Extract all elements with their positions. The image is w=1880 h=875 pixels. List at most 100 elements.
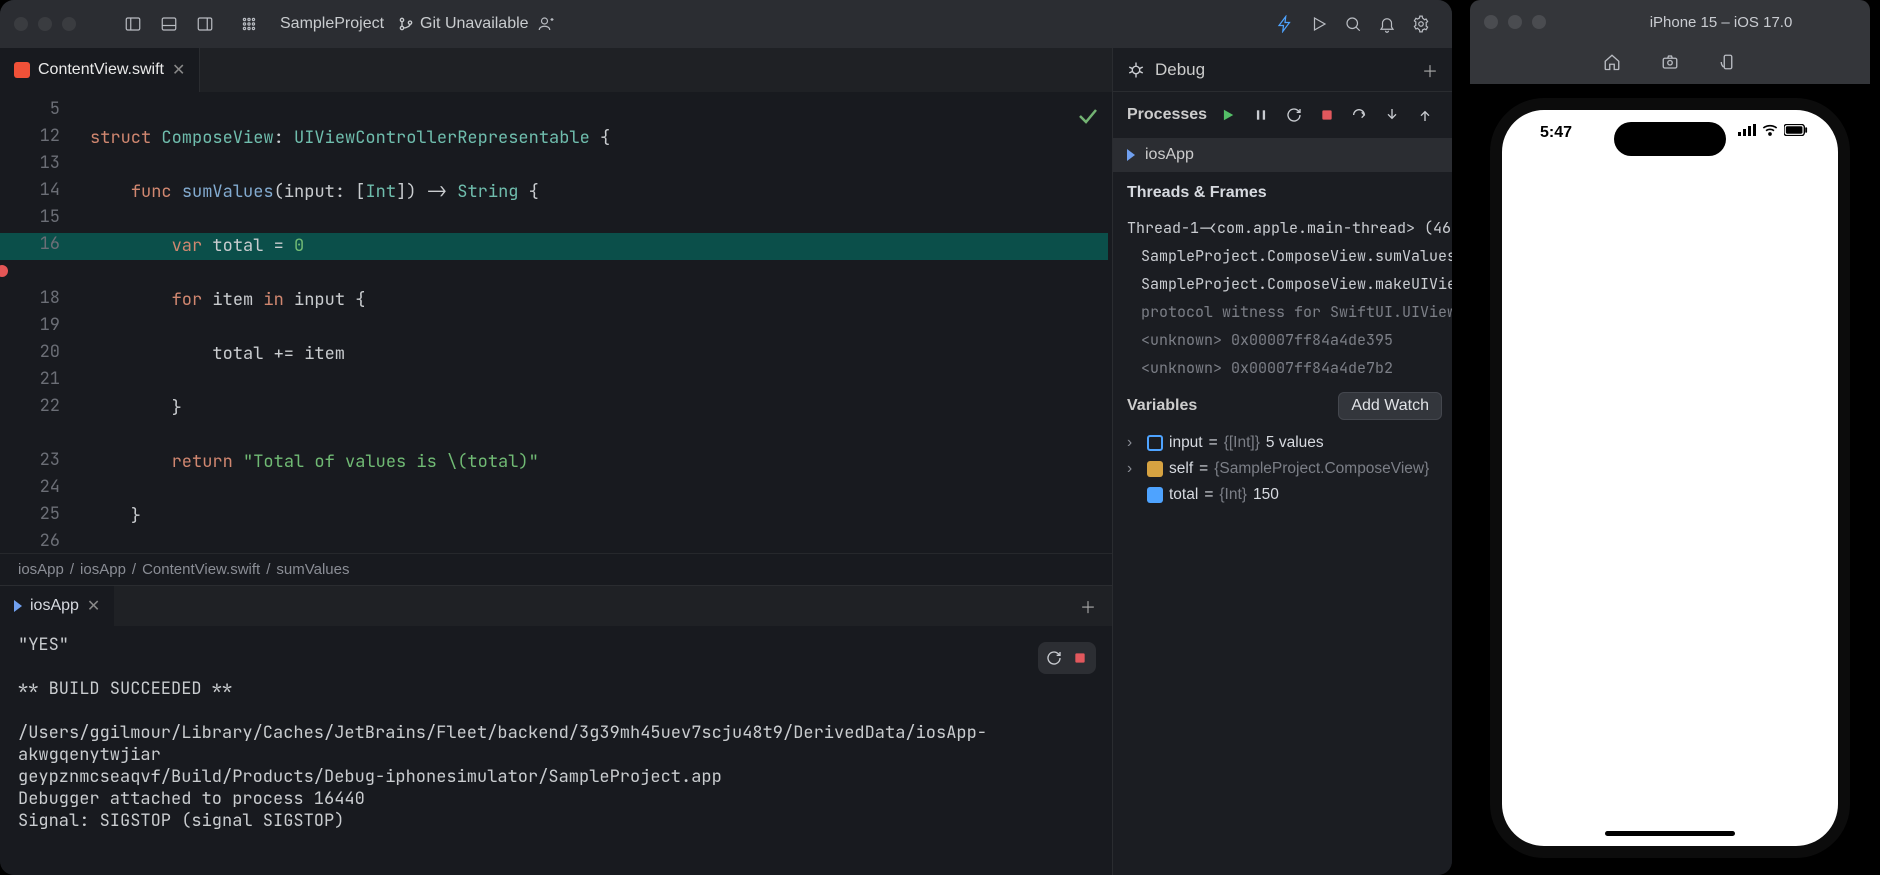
frame-row[interactable]: SampleProject.ComposeView.sumValues — [1113, 242, 1452, 270]
minimize-dot[interactable] — [38, 17, 52, 31]
crumb-2[interactable]: ContentView.swift — [142, 561, 260, 578]
code-lines[interactable]: struct ComposeView: UIViewControllerRepr… — [70, 92, 1112, 553]
console-actions — [1038, 642, 1096, 674]
crumb-3[interactable]: sumValues — [276, 561, 349, 578]
dynamic-island — [1614, 122, 1726, 156]
home-indicator[interactable] — [1605, 831, 1735, 836]
chevron-right-icon[interactable]: › — [1127, 434, 1141, 452]
signal-icon — [1738, 124, 1756, 136]
run-icon[interactable] — [1302, 7, 1336, 41]
code-editor[interactable]: 51213141516181920212223242526 struct Com… — [0, 92, 1112, 553]
console-tab-close-icon[interactable]: ✕ — [87, 596, 100, 616]
panel-left-icon[interactable] — [116, 7, 150, 41]
window-traffic-lights — [14, 17, 76, 31]
tab-filename: ContentView.swift — [38, 61, 164, 79]
console-tabs: iosApp ✕ ＋ — [0, 586, 1112, 626]
git-status-text: Git Unavailable — [420, 15, 529, 33]
branch-icon — [398, 16, 414, 32]
simulator-window: iPhone 15 – iOS 17.0 5:47 — [1470, 0, 1870, 875]
console-line: ** BUILD SUCCEEDED ** — [18, 678, 1094, 700]
battery-icon — [1784, 124, 1808, 136]
console-body[interactable]: "YES" ** BUILD SUCCEEDED ** /Users/ggilm… — [0, 626, 1112, 875]
var-row-input[interactable]: › input = {[Int]} 5 values — [1113, 430, 1452, 456]
sim-title: iPhone 15 – iOS 17.0 — [1586, 14, 1856, 31]
sim-titlebar: iPhone 15 – iOS 17.0 — [1470, 0, 1870, 44]
swift-icon — [14, 62, 30, 78]
step-into-icon[interactable] — [1380, 102, 1405, 128]
console-line: geypznmcseaqvf/Build/Products/Debug-ipho… — [18, 766, 1094, 788]
process-run-icon — [1127, 149, 1135, 161]
sim-zoom-dot[interactable] — [1532, 15, 1546, 29]
breadcrumb[interactable]: iosApp/ iosApp/ ContentView.swift/ sumVa… — [0, 553, 1112, 585]
thread-row[interactable]: Thread-1-<com.apple.main-thread> (462171… — [1113, 214, 1452, 242]
home-icon[interactable] — [1603, 53, 1621, 76]
console-tab-label: iosApp — [30, 597, 79, 615]
breakpoint-dot[interactable] — [0, 265, 8, 277]
tab-close-icon[interactable]: ✕ — [172, 60, 185, 80]
step-out-icon[interactable] — [1413, 102, 1438, 128]
screenshot-icon[interactable] — [1661, 53, 1679, 76]
grid-icon[interactable] — [232, 7, 266, 41]
crumb-0[interactable]: iosApp — [18, 561, 64, 578]
bell-icon[interactable] — [1370, 7, 1404, 41]
chevron-right-icon[interactable]: › — [1127, 460, 1141, 478]
debug-stop-icon[interactable] — [1314, 102, 1339, 128]
gutter[interactable]: 51213141516181920212223242526 — [0, 92, 70, 553]
sim-minimize-dot[interactable] — [1508, 15, 1522, 29]
int-badge-icon — [1147, 487, 1163, 503]
debug-add-icon[interactable]: ＋ — [1422, 58, 1438, 82]
ide-window: SampleProject Git Unavailable ContentVie… — [0, 0, 1452, 875]
crumb-1[interactable]: iosApp — [80, 561, 126, 578]
git-status[interactable]: Git Unavailable — [398, 15, 529, 33]
sim-close-dot[interactable] — [1484, 15, 1498, 29]
console-line: "YES" — [18, 634, 1094, 656]
var-row-total[interactable]: total = {Int} 150 — [1113, 482, 1452, 508]
editor-tabs: ContentView.swift ✕ — [0, 48, 1112, 92]
console-line: Signal: SIGSTOP (signal SIGSTOP) — [18, 810, 1094, 832]
frame-row[interactable]: <unknown> 0x00007ff84a4de7b2 — [1113, 354, 1452, 382]
struct-badge-icon — [1147, 461, 1163, 477]
debug-pause-icon[interactable] — [1248, 102, 1273, 128]
debug-title: Debug — [1155, 60, 1205, 80]
processes-label: Processes — [1127, 106, 1207, 124]
status-right — [1738, 124, 1808, 136]
console-stop-icon[interactable] — [1070, 648, 1090, 668]
panel-bottom-icon[interactable] — [152, 7, 186, 41]
console-tab-iosapp[interactable]: iosApp ✕ — [0, 586, 114, 626]
add-watch-button[interactable]: Add Watch — [1338, 392, 1442, 420]
close-dot[interactable] — [14, 17, 28, 31]
process-item[interactable]: iosApp — [1113, 138, 1452, 172]
editor-column: ContentView.swift ✕ 51213141516181920212… — [0, 48, 1112, 875]
add-user-icon[interactable] — [529, 7, 563, 41]
sim-traffic-lights — [1484, 15, 1546, 29]
phone-frame[interactable]: 5:47 — [1490, 98, 1850, 858]
gear-icon[interactable] — [1404, 7, 1438, 41]
zoom-dot[interactable] — [62, 17, 76, 31]
bug-icon — [1127, 61, 1145, 79]
tab-contentview[interactable]: ContentView.swift ✕ — [0, 48, 200, 92]
console-line: Debugger attached to process 16440 — [18, 788, 1094, 810]
rotate-icon[interactable] — [1719, 53, 1737, 76]
step-over-icon[interactable] — [1347, 102, 1372, 128]
frame-row[interactable]: SampleProject.ComposeView.makeUIVie — [1113, 270, 1452, 298]
wifi-icon — [1762, 124, 1778, 136]
variables-label: Variables — [1127, 397, 1197, 415]
console-line: /Users/ggilmour/Library/Caches/JetBrains… — [18, 722, 1094, 766]
run-triangle-icon — [14, 600, 22, 612]
debug-restart-icon[interactable] — [1281, 102, 1306, 128]
frame-row[interactable]: protocol witness for SwiftUI.UIViewCont — [1113, 298, 1452, 326]
panel-right-icon[interactable] — [188, 7, 222, 41]
console-add-tab[interactable]: ＋ — [1064, 594, 1112, 618]
var-row-self[interactable]: › self = {SampleProject.ComposeView} — [1113, 456, 1452, 482]
toolbar: SampleProject Git Unavailable — [0, 0, 1452, 48]
sim-toolbar — [1470, 44, 1870, 84]
debug-resume-icon[interactable] — [1215, 102, 1240, 128]
search-icon[interactable] — [1336, 7, 1370, 41]
frame-row[interactable]: <unknown> 0x00007ff84a4de395 — [1113, 326, 1452, 354]
sim-body: 5:47 — [1470, 84, 1870, 875]
status-clock: 5:47 — [1540, 124, 1572, 142]
debug-panel: Debug ＋ Processes iosApp Threads & Frame… — [1112, 48, 1452, 875]
console-rerun-icon[interactable] — [1044, 648, 1064, 668]
project-name[interactable]: SampleProject — [266, 15, 398, 33]
build-lightning-icon[interactable] — [1268, 7, 1302, 41]
